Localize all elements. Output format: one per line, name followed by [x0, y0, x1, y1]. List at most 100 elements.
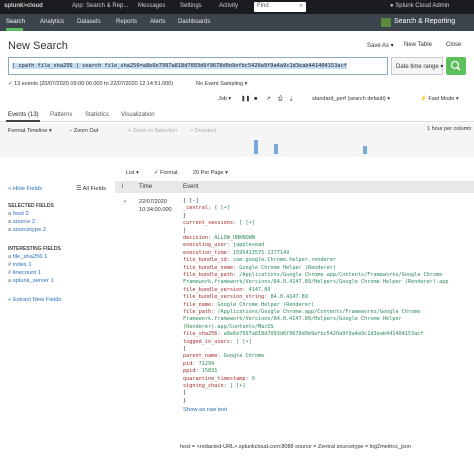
event-field-key[interactable]: executing_user	[183, 242, 227, 248]
event-line: file_bundle_version_string: 84.0.4147.89	[183, 294, 308, 300]
expand-toggle-icon[interactable]: ›	[124, 199, 126, 205]
field-item-splunk-server[interactable]: a splunk_server 1	[8, 278, 54, 284]
event-field-key[interactable]: file_bundle_name	[183, 265, 233, 271]
nav-reports[interactable]: Reports	[116, 19, 137, 25]
event-field-value[interactable]: : /Applications/Google Chrome.app/Conten…	[211, 309, 420, 315]
event-field-value[interactable]: : 15831	[196, 368, 218, 374]
extract-fields-link[interactable]: + Extract New Fields	[8, 297, 61, 303]
search-mode-perf[interactable]: standard_perf (search default) ▾	[312, 96, 390, 102]
event-field-value[interactable]: : /Applications/Google Chrome.app/Conten…	[233, 272, 442, 278]
zoom-to-selection-button[interactable]: + Zoom to Selection	[128, 128, 177, 134]
timeline-histogram[interactable]	[120, 140, 467, 154]
event-field-key[interactable]: file_bundle_id	[183, 257, 227, 263]
event-field-value[interactable]: : Google Chrome	[217, 353, 264, 359]
pause-icon[interactable]: ❚❚	[241, 96, 250, 102]
save-as-button[interactable]: Save As ▾	[367, 42, 394, 49]
nav-datasets[interactable]: Datasets	[77, 19, 101, 25]
timeline-bar[interactable]	[253, 140, 258, 154]
nav-alerts[interactable]: Alerts	[150, 19, 165, 25]
event-field-key[interactable]: quarantine_timestamp	[183, 376, 245, 382]
zoom-out-button[interactable]: − Zoom Out	[69, 128, 98, 134]
event-field-key[interactable]: _central	[183, 205, 208, 211]
event-field-value[interactable]: : com.google.Chrome.helper.renderer	[227, 257, 336, 263]
event-field-value[interactable]: : [ [+]	[224, 383, 246, 389]
event-field-value[interactable]: (Renderer).app/Contents/MacOS	[183, 324, 274, 330]
event-field-value[interactable]: : Google Chrome Helper (Renderer)	[211, 302, 314, 308]
field-item-source[interactable]: a source 2	[8, 219, 35, 225]
event-sampling-dropdown[interactable]: No Event Sampling ▾	[196, 81, 247, 87]
event-field-key[interactable]: file_bundle_version_string	[183, 294, 264, 300]
event-field-value[interactable]: : a8e6e7997a818d7093d6f9678d0e9efbc5420a…	[217, 331, 423, 337]
share-icon[interactable]: ↗	[266, 96, 271, 102]
timeline-bar[interactable]	[273, 144, 278, 154]
event-field-key[interactable]: logged_in_users	[183, 339, 230, 345]
apps-menu[interactable]: App: Search & Rep...	[72, 3, 128, 9]
event-field-key[interactable]: file_name	[183, 302, 211, 308]
field-item-sourcetype[interactable]: a sourcetype 2	[8, 227, 46, 233]
show-raw-text-link[interactable]: Show as raw text	[183, 407, 227, 413]
find-input[interactable]: Find ⌕	[254, 2, 306, 12]
event-field-key[interactable]: file_sha256	[183, 331, 217, 337]
event-field-value[interactable]: : [ [+]	[230, 339, 252, 345]
per-page-dropdown[interactable]: 20 Per Page ▾	[193, 170, 228, 176]
close-button[interactable]: Close	[446, 42, 461, 48]
user-menu[interactable]: ● Splunk Cloud Admin	[390, 3, 449, 9]
event-field-value[interactable]: Framework.framework/Versions/84.0.4147.8…	[183, 279, 448, 285]
nav-dashboards[interactable]: Dashboards	[178, 19, 210, 25]
event-field-value[interactable]: Framework.framework/Versions/84.0.4147.8…	[183, 316, 402, 322]
event-field-key[interactable]: current_sessions	[183, 220, 233, 226]
timeline-bar[interactable]	[362, 146, 368, 154]
event-field-key[interactable]: signing_chain	[183, 383, 224, 389]
field-item-index[interactable]: # index 1	[8, 262, 32, 268]
event-field-key[interactable]: pid	[183, 361, 192, 367]
settings-menu[interactable]: Settings	[180, 3, 202, 9]
event-field-key[interactable]: decision	[183, 235, 208, 241]
event-field-key[interactable]: file_bundle_path	[183, 272, 233, 278]
event-field-key[interactable]: ppid	[183, 368, 196, 374]
event-field-value[interactable]: : 0	[245, 376, 254, 382]
event-field-key[interactable]: execution_time	[183, 250, 227, 256]
new-table-button[interactable]: New Table	[404, 42, 432, 48]
nav-analytics[interactable]: Analytics	[40, 19, 64, 25]
field-item-linecount[interactable]: # linecount 1	[8, 270, 41, 276]
format-dropdown[interactable]: ✓ Format	[154, 170, 178, 176]
export-icon[interactable]: ⤓	[290, 96, 292, 103]
field-name: file_sha256	[12, 254, 43, 260]
event-field-value[interactable]: : 1595413575.1377149	[227, 250, 289, 256]
tab-patterns[interactable]: Patterns	[50, 112, 72, 118]
field-item-file-sha256[interactable]: a file_sha256 1	[8, 254, 47, 260]
splunk-logo[interactable]: splunk>cloud	[4, 3, 43, 9]
nav-search[interactable]: Search	[6, 19, 25, 25]
event-field-value[interactable]: : ALLOW_UNKNOWN	[208, 235, 255, 241]
search-mode-dropdown[interactable]: ⚡ Fast Mode ▾	[420, 96, 459, 102]
tab-visualization[interactable]: Visualization	[121, 112, 155, 118]
col-header-time[interactable]: Time	[139, 184, 152, 190]
hide-fields-button[interactable]: < Hide Fields	[8, 186, 42, 192]
job-menu[interactable]: Job ▾	[218, 96, 231, 102]
event-field-value[interactable]: : 84.0.4147.89	[264, 294, 308, 300]
search-query-input[interactable]: | spath file_sha256 | search file_sha256…	[8, 57, 388, 75]
time-range-picker[interactable]: Date time range ▾	[391, 57, 443, 75]
event-field-key[interactable]: parent_name	[183, 353, 217, 359]
event-field-value[interactable]: : japplesead	[227, 242, 264, 248]
stop-icon[interactable]: ■	[254, 96, 257, 102]
tab-statistics[interactable]: Statistics	[85, 112, 109, 118]
event-field-value[interactable]: : Google Chrome Helper (Renderer)	[233, 265, 336, 271]
deselect-button[interactable]: × Deselect	[190, 128, 216, 134]
event-line: { [-]	[183, 198, 199, 204]
search-button[interactable]	[446, 57, 466, 75]
tab-events[interactable]: Events (13)	[8, 112, 39, 118]
field-item-host[interactable]: a host 2	[8, 211, 29, 217]
event-field-key[interactable]: file_path	[183, 309, 211, 315]
event-field-value[interactable]: : 71299	[192, 361, 214, 367]
format-timeline-dropdown[interactable]: Format Timeline ▾	[8, 128, 52, 134]
event-field-value[interactable]: : { [+]	[208, 205, 230, 211]
list-view-dropdown[interactable]: List ▾	[126, 170, 139, 176]
messages-menu[interactable]: Messages	[138, 3, 165, 9]
event-field-value[interactable]: : 4147.89	[242, 287, 270, 293]
print-icon[interactable]: ⎙	[278, 96, 282, 103]
activity-menu[interactable]: Activity	[219, 3, 238, 9]
event-field-key[interactable]: file_bundle_version	[183, 287, 242, 293]
event-field-value[interactable]: : [ [+]	[233, 220, 255, 226]
all-fields-button[interactable]: ☰ All Fields	[76, 186, 106, 192]
